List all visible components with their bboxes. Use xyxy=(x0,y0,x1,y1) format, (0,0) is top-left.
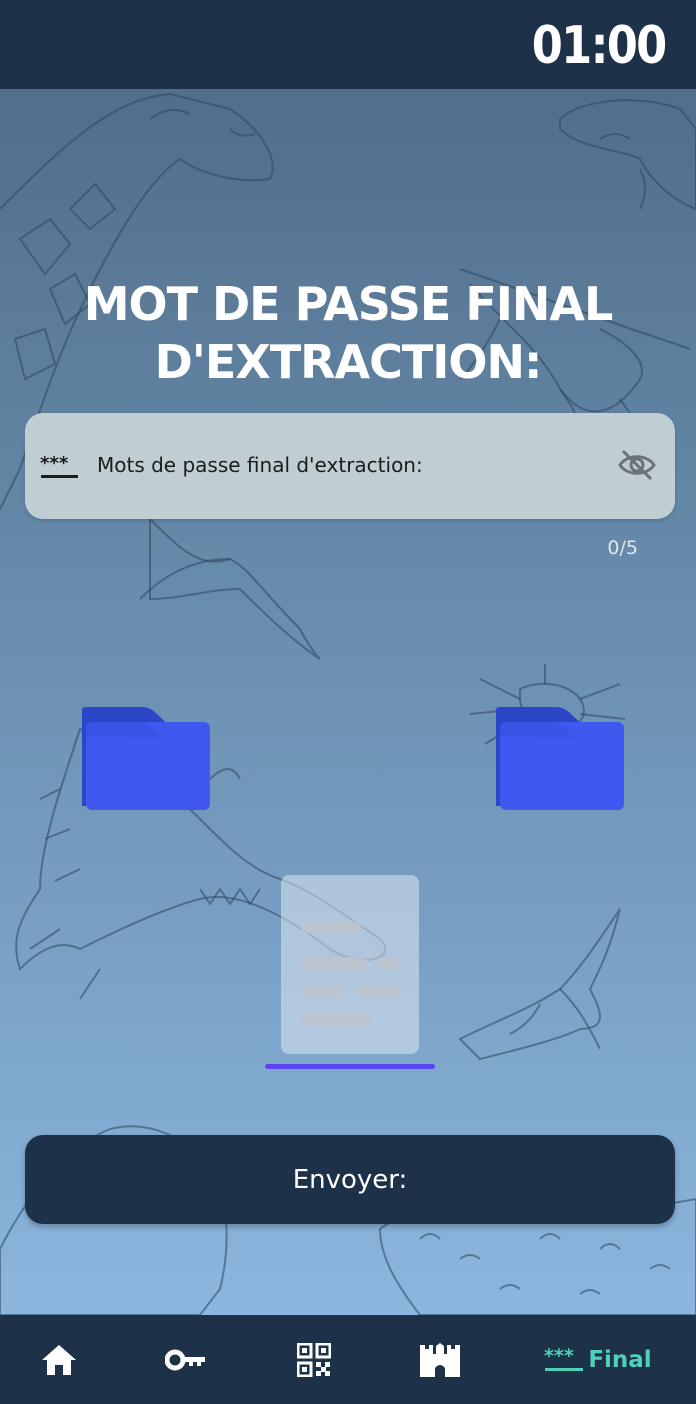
svg-text:***: *** xyxy=(544,1347,574,1367)
nav-home[interactable] xyxy=(20,1315,98,1404)
key-icon xyxy=(165,1349,205,1370)
nav-castle[interactable] xyxy=(400,1315,480,1404)
document-line xyxy=(377,957,399,969)
selection-underline xyxy=(265,1064,435,1069)
document-line xyxy=(301,985,343,997)
document-line xyxy=(301,921,361,933)
animal-sketch-background xyxy=(0,92,696,1315)
castle-icon xyxy=(420,1342,460,1377)
title-line-2: D'EXTRACTION: xyxy=(154,335,543,389)
document-line xyxy=(301,957,367,969)
svg-text:***: *** xyxy=(40,454,69,474)
eye-off-icon[interactable] xyxy=(617,447,657,483)
bottom-nav: *** Final xyxy=(0,1315,696,1404)
folder-icon[interactable] xyxy=(80,706,212,812)
password-field-label: Mots de passe final d'extraction: xyxy=(97,453,423,477)
qr-code-icon xyxy=(297,1342,331,1377)
top-bar: 01:00 xyxy=(0,0,696,89)
home-icon xyxy=(42,1344,76,1375)
document-icon[interactable] xyxy=(281,875,419,1054)
send-button[interactable]: Envoyer: xyxy=(25,1135,675,1224)
nav-qr[interactable] xyxy=(274,1315,354,1404)
countdown-timer: 01:00 xyxy=(532,16,667,76)
nav-key[interactable] xyxy=(146,1315,226,1404)
password-stars-icon: *** xyxy=(40,454,78,478)
nav-final[interactable]: *** Final xyxy=(540,1315,656,1404)
nav-final-label: Final xyxy=(588,1346,652,1373)
folder-icon[interactable] xyxy=(494,706,626,812)
page-title: MOT DE PASSE FINAL D'EXTRACTION: xyxy=(0,275,696,391)
main-area: MOT DE PASSE FINAL D'EXTRACTION: *** Mot… xyxy=(0,89,696,1315)
document-line xyxy=(355,985,399,997)
title-line-1: MOT DE PASSE FINAL xyxy=(83,277,614,331)
password-stars-icon: *** xyxy=(544,1347,584,1371)
document-line xyxy=(301,1013,371,1025)
password-field[interactable]: *** Mots de passe final d'extraction: xyxy=(25,413,675,519)
character-counter: 0/5 xyxy=(607,537,638,559)
